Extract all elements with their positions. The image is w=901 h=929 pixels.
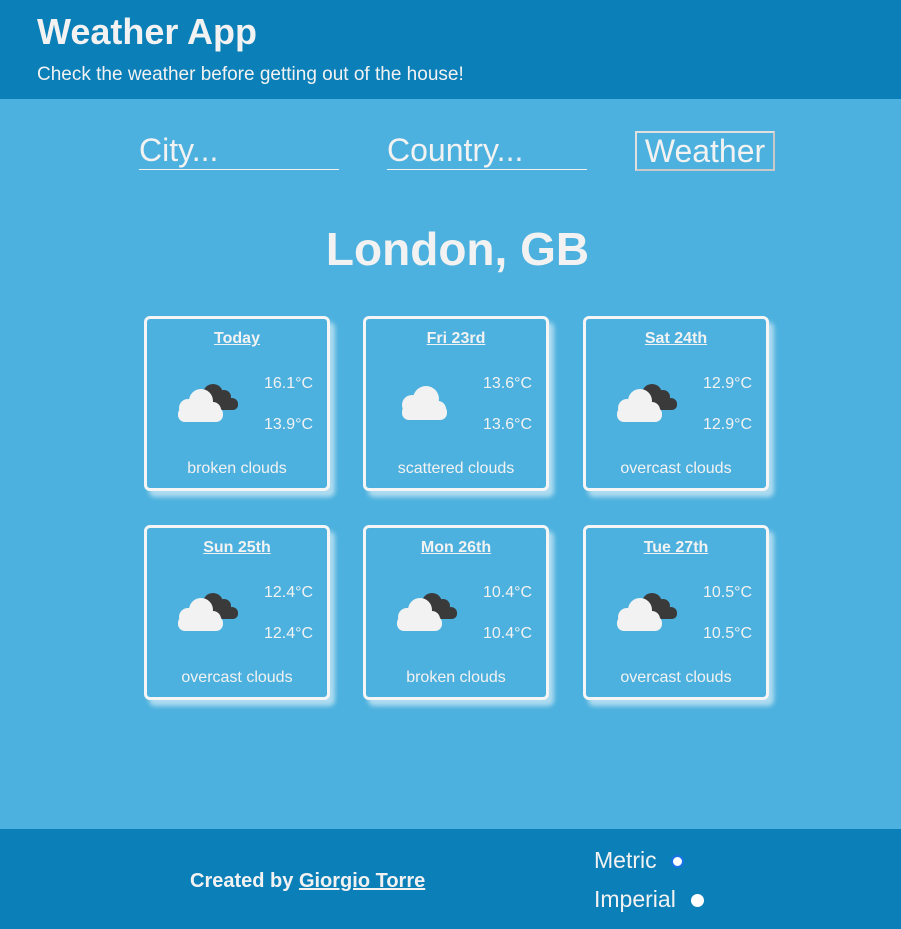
weather-button[interactable]: Weather xyxy=(635,131,775,171)
forecast-day: Sun 25th xyxy=(203,539,271,556)
temp-min: 13.6°C xyxy=(483,416,533,433)
metric-radio[interactable] xyxy=(671,855,684,868)
temp-min: 10.5°C xyxy=(703,625,753,642)
app-title: Weather App xyxy=(37,11,258,52)
temp-min: 13.9°C xyxy=(264,416,314,433)
forecast-card: Sun 25th 12.4°C 12.4°C overcast clouds xyxy=(144,525,330,700)
temp-max: 12.9°C xyxy=(703,375,753,392)
city-input[interactable] xyxy=(139,131,339,170)
forecast-day: Sat 24th xyxy=(644,330,708,347)
forecast-card: Tue 27th 10.5°C 10.5°C overcast clouds xyxy=(583,525,769,700)
overcast-clouds-icon xyxy=(608,586,680,634)
forecast-day: Mon 26th xyxy=(420,539,492,556)
country-input[interactable] xyxy=(387,131,587,170)
scattered-clouds-icon xyxy=(388,377,460,425)
forecast-day: Fri 23rd xyxy=(426,330,486,347)
forecast-card: Today 16.1°C 13.9°C broken clouds xyxy=(144,316,330,491)
credit-text: Created by Giorgio Torre xyxy=(190,870,425,893)
app-header: Weather App Check the weather before get… xyxy=(0,0,901,99)
temp-max: 12.4°C xyxy=(264,584,314,601)
weather-description: overcast clouds xyxy=(620,669,732,686)
broken-clouds-icon xyxy=(388,586,460,634)
temp-max: 16.1°C xyxy=(264,375,314,392)
imperial-label: Imperial xyxy=(594,886,676,912)
temp-max: 10.5°C xyxy=(703,584,753,601)
app-subtitle: Check the weather before getting out of … xyxy=(37,64,464,85)
temp-min: 10.4°C xyxy=(483,625,533,642)
forecast-card: Sat 24th 12.9°C 12.9°C overcast clouds xyxy=(583,316,769,491)
weather-description: scattered clouds xyxy=(397,460,515,477)
credit-prefix: Created by xyxy=(190,870,299,892)
forecast-card: Mon 26th 10.4°C 10.4°C broken clouds xyxy=(363,525,549,700)
temp-max: 10.4°C xyxy=(483,584,533,601)
weather-description: overcast clouds xyxy=(181,669,293,686)
forecast-card: Fri 23rd 13.6°C 13.6°C scattered clouds xyxy=(363,316,549,491)
weather-description: broken clouds xyxy=(187,460,287,477)
location-title: London, GB xyxy=(325,223,590,275)
weather-description: broken clouds xyxy=(406,669,506,686)
temp-max: 13.6°C xyxy=(483,375,533,392)
imperial-radio[interactable] xyxy=(691,894,704,907)
weather-description: overcast clouds xyxy=(620,460,732,477)
broken-clouds-icon xyxy=(169,377,241,425)
temp-min: 12.9°C xyxy=(703,416,753,433)
metric-label: Metric xyxy=(594,847,657,873)
overcast-clouds-icon xyxy=(608,377,680,425)
overcast-clouds-icon xyxy=(169,586,241,634)
author-link[interactable]: Giorgio Torre xyxy=(299,870,425,892)
forecast-day: Today xyxy=(214,330,260,347)
temp-min: 12.4°C xyxy=(264,625,314,642)
forecast-day: Tue 27th xyxy=(643,539,709,556)
app-footer: Created by Giorgio Torre Metric Imperial xyxy=(0,829,901,929)
